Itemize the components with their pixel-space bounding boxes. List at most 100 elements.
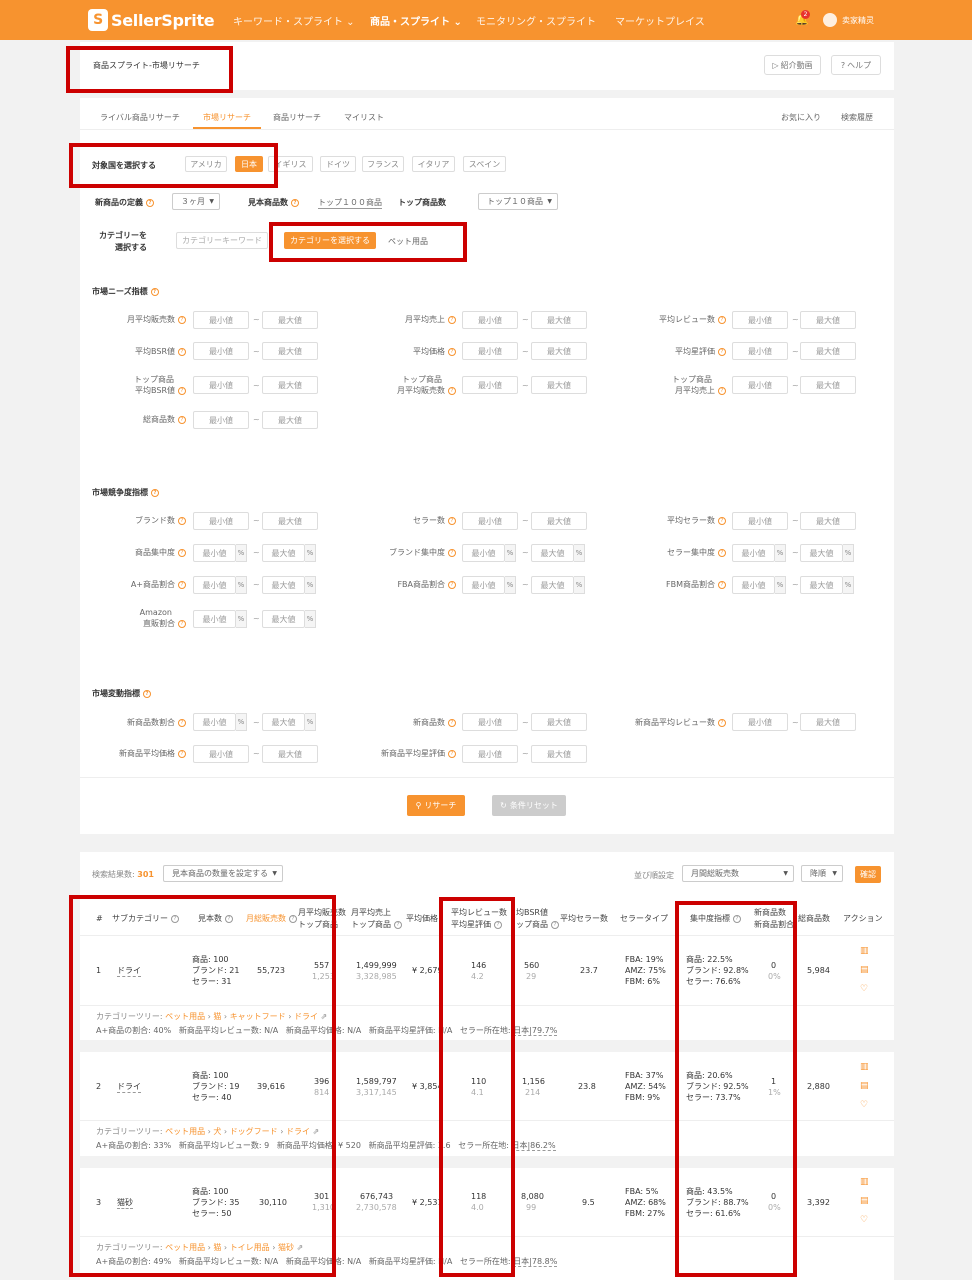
col-samples[interactable]: 見本数? [198, 914, 233, 924]
bsr-max[interactable]: 最大値 [262, 342, 318, 360]
aplus-min[interactable]: 最小値 [193, 576, 236, 594]
nav-monitoring-sprite[interactable]: モニタリング・スプライト [476, 13, 596, 28]
new-def-select[interactable]: ３ヶ月 ▼ [172, 193, 220, 210]
monthly-sales-min[interactable]: 最小値 [193, 311, 249, 329]
reset-button[interactable]: ↻ 条件リセット [492, 795, 566, 816]
new-reviews-max[interactable]: 最大値 [800, 713, 856, 731]
review-count-min[interactable]: 最小値 [732, 311, 788, 329]
new-rating-max[interactable]: 最大値 [531, 745, 587, 763]
price-min[interactable]: 最小値 [462, 342, 518, 360]
avatar[interactable] [823, 13, 837, 27]
col-new-products[interactable]: 新商品数 [754, 908, 786, 918]
subcategory-link[interactable]: ドライ [117, 1082, 141, 1093]
sellers-min[interactable]: 最小値 [462, 512, 518, 530]
tab-product-research[interactable]: 商品リサーチ [273, 112, 321, 123]
new-count-min[interactable]: 最小値 [462, 713, 518, 731]
total-products-max[interactable]: 最大値 [262, 411, 318, 429]
top-sales-max[interactable]: 最大値 [531, 376, 587, 394]
amazon-min[interactable]: 最小値 [193, 610, 236, 628]
top-bsr-min[interactable]: 最小値 [193, 376, 249, 394]
col-price[interactable]: 平均価格 [406, 914, 438, 924]
bar-chart-icon[interactable]: ▥ [860, 1062, 869, 1072]
help-button[interactable]: ? ヘルプ [831, 55, 881, 75]
col-sellers[interactable]: 平均セラー数 [560, 914, 608, 924]
fbm-max[interactable]: 最大値 [800, 576, 843, 594]
amazon-max[interactable]: 最大値 [262, 610, 305, 628]
col-bsr[interactable]: 均BSR値 [516, 908, 548, 918]
bar-chart-icon[interactable]: ▥ [860, 946, 869, 956]
product-conc-min[interactable]: 最小値 [193, 544, 236, 562]
document-icon[interactable]: ▤ [860, 1081, 869, 1091]
new-count-max[interactable]: 最大値 [531, 713, 587, 731]
intro-video-button[interactable]: ▷ 紹介動画 [764, 55, 821, 75]
bar-chart-icon[interactable]: ▥ [860, 1177, 869, 1187]
col-total-products[interactable]: 総商品数 [798, 914, 830, 924]
country-es[interactable]: スペイン [463, 156, 506, 172]
col-avg-revenue[interactable]: 月平均売上 [351, 908, 391, 918]
country-us[interactable]: アメリカ [185, 156, 227, 172]
new-ratio-min[interactable]: 最小値 [193, 713, 236, 731]
subcategory-link[interactable]: 猫砂 [117, 1198, 133, 1209]
new-price-min[interactable]: 最小値 [193, 745, 249, 763]
heart-icon[interactable]: ♡ [860, 1100, 868, 1110]
new-reviews-min[interactable]: 最小値 [732, 713, 788, 731]
select-category-button[interactable]: カテゴリーを選択する [284, 232, 376, 249]
confirm-button[interactable]: 確認 [855, 866, 881, 883]
sellers-max[interactable]: 最大値 [531, 512, 587, 530]
sort-select[interactable]: 月間総販売数 ▼ [682, 865, 794, 882]
brands-min[interactable]: 最小値 [193, 512, 249, 530]
monthly-revenue-max[interactable]: 最大値 [531, 311, 587, 329]
seller-conc-min[interactable]: 最小値 [732, 544, 775, 562]
new-rating-min[interactable]: 最小値 [462, 745, 518, 763]
col-avg-sales[interactable]: 月平均販売数 [298, 908, 346, 918]
external-link-icon[interactable]: ⇗ [297, 1243, 304, 1252]
top-count-select[interactable]: トップ１０商品 ▼ [478, 193, 558, 210]
col-subcategory[interactable]: サブカテゴリー? [112, 914, 179, 924]
external-link-icon[interactable]: ⇗ [321, 1012, 328, 1021]
brands-max[interactable]: 最大値 [262, 512, 318, 530]
tab-rival-research[interactable]: ライバル商品リサーチ [100, 112, 180, 123]
heart-icon[interactable]: ♡ [860, 984, 868, 994]
top-revenue-max[interactable]: 最大値 [800, 376, 856, 394]
document-icon[interactable]: ▤ [860, 1196, 869, 1206]
top-revenue-min[interactable]: 最小値 [732, 376, 788, 394]
col-total-sales[interactable]: 月総販売数? [246, 914, 297, 924]
heart-icon[interactable]: ♡ [860, 1215, 868, 1225]
username[interactable]: 卖家精灵 [842, 15, 874, 26]
nav-keyword-sprite[interactable]: キーワード・スプライト ⌄ [233, 13, 355, 28]
rating-max[interactable]: 最大値 [800, 342, 856, 360]
brand-conc-min[interactable]: 最小値 [462, 544, 505, 562]
total-products-min[interactable]: 最小値 [193, 411, 249, 429]
avg-sellers-min[interactable]: 最小値 [732, 512, 788, 530]
favorites-link[interactable]: お気に入り [781, 112, 821, 123]
bsr-min[interactable]: 最小値 [193, 342, 249, 360]
rating-min[interactable]: 最小値 [732, 342, 788, 360]
nav-product-sprite[interactable]: 商品・スプライト ⌄ [370, 13, 462, 28]
external-link-icon[interactable]: ⇗ [313, 1127, 320, 1136]
tab-my-list[interactable]: マイリスト [344, 112, 384, 123]
top-bsr-max[interactable]: 最大値 [262, 376, 318, 394]
document-icon[interactable]: ▤ [860, 965, 869, 975]
sample-select[interactable]: トップ１００商品 [318, 197, 382, 209]
product-conc-max[interactable]: 最大値 [262, 544, 305, 562]
fba-max[interactable]: 最大値 [531, 576, 574, 594]
fbm-min[interactable]: 最小値 [732, 576, 775, 594]
new-ratio-max[interactable]: 最大値 [262, 713, 305, 731]
nav-marketplace[interactable]: マーケットプレイス [615, 13, 705, 28]
monthly-sales-max[interactable]: 最大値 [262, 311, 318, 329]
top-sales-min[interactable]: 最小値 [462, 376, 518, 394]
category-keyword-input[interactable]: カテゴリーキーワード [176, 232, 268, 249]
aplus-max[interactable]: 最大値 [262, 576, 305, 594]
monthly-revenue-min[interactable]: 最小値 [462, 311, 518, 329]
subcategory-link[interactable]: ドライ [117, 966, 141, 977]
new-price-max[interactable]: 最大値 [262, 745, 318, 763]
search-history-link[interactable]: 検索履歴 [841, 112, 873, 123]
logo[interactable]: S SellerSprite [88, 8, 215, 32]
tab-market-research[interactable]: 市場リサーチ [203, 112, 251, 123]
avg-sellers-max[interactable]: 最大値 [800, 512, 856, 530]
review-count-max[interactable]: 最大値 [800, 311, 856, 329]
fba-min[interactable]: 最小値 [462, 576, 505, 594]
col-rating[interactable]: 平均星評価? [451, 920, 502, 930]
country-fr[interactable]: フランス [362, 156, 404, 172]
sample-count-select[interactable]: 見本商品の数量を設定する ▼ [163, 865, 283, 882]
